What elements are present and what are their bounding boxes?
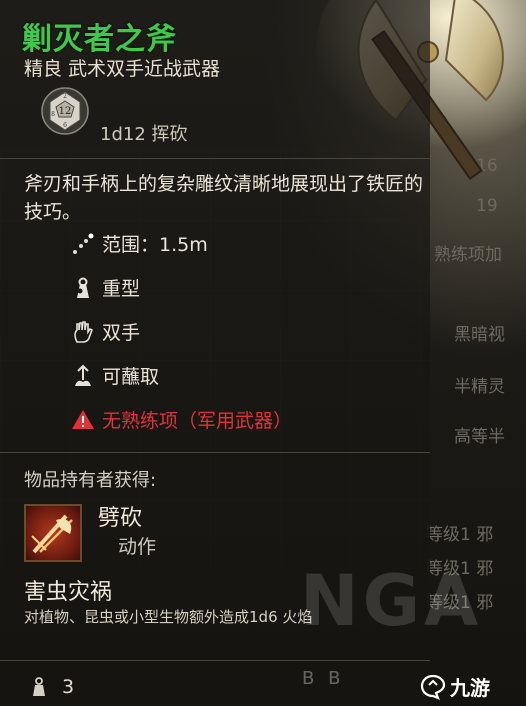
jiuyou-logo: 九游 — [420, 672, 490, 701]
side-panel-line: 等级1 邪 — [426, 525, 494, 545]
bane-description: 对植物、昆虫或小型生物额外造成1d6 火焰 — [24, 608, 313, 626]
weight-value: 3 — [62, 676, 75, 698]
nga-watermark: NGA — [300, 560, 483, 642]
weight-icon — [33, 677, 45, 696]
property-label: 范围：1.5m — [102, 234, 208, 256]
skill-type: 动作 — [118, 536, 157, 558]
property-label: 双手 — [102, 322, 141, 344]
die-face-value: 12 — [59, 106, 72, 117]
side-panel-line: 高等半 — [454, 427, 505, 447]
skill-name: 劈砍 — [98, 506, 143, 531]
property-dippable: 可蘸取 — [70, 362, 159, 389]
two-handed-icon — [70, 319, 96, 345]
property-label: 重型 — [102, 278, 141, 300]
heavy-icon — [70, 275, 96, 301]
divider — [0, 452, 430, 453]
warning-icon — [70, 407, 96, 433]
d12-die-icon: 12 2 8 6 — [41, 87, 89, 135]
range-icon — [70, 231, 96, 257]
divider — [0, 660, 430, 661]
die-face-top: 2 — [63, 93, 67, 100]
side-panel-line: 熟练项加 — [434, 245, 502, 265]
die-face-left: 8 — [51, 111, 55, 118]
weight-row: 3 — [30, 676, 74, 698]
die-face-bottom: 6 — [63, 122, 67, 129]
item-description: 斧刃和手柄上的复杂雕纹清晰地展现出了铁匠的技巧。 — [24, 173, 424, 223]
side-panel-line: 半精灵 — [454, 377, 505, 397]
property-two-handed: 双手 — [70, 318, 140, 345]
property-range: 范围：1.5m — [70, 230, 208, 257]
bb-watermark: B B — [302, 668, 345, 689]
side-panel-line: 黑暗视 — [454, 325, 505, 345]
cleave-skill-icon[interactable] — [24, 504, 82, 562]
owner-gains-label: 物品持有者获得: — [24, 470, 157, 491]
bane-title: 害虫灾祸 — [24, 580, 113, 605]
item-name: 剿灭者之斧 — [22, 22, 177, 57]
item-subtitle: 精良 武术双手近战武器 — [24, 58, 221, 80]
property-label: 可蘸取 — [102, 366, 160, 388]
side-panel-line: 19 — [476, 196, 498, 216]
property-no-proficiency: 无熟练项（军用武器） — [70, 406, 292, 433]
damage-roll: 1d12 挥砍 — [100, 124, 188, 145]
jiuyou-logo-icon — [420, 674, 446, 700]
divider — [0, 158, 430, 159]
property-heavy: 重型 — [70, 274, 140, 301]
property-label: 无熟练项（军用武器） — [102, 410, 293, 432]
tooltip-header: 剿灭者之斧 精良 武术双手近战武器 12 2 8 6 1d12 挥砍 — [0, 0, 430, 158]
jiuyou-logo-text: 九游 — [450, 676, 490, 700]
dippable-icon — [70, 363, 96, 389]
